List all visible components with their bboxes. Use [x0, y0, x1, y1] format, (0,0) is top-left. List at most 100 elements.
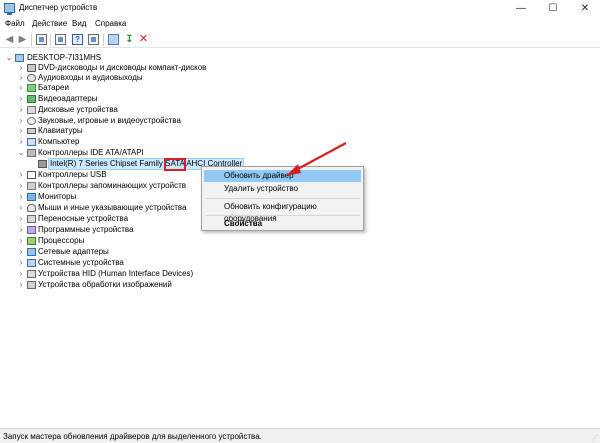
show-hide-tree-icon[interactable] [36, 34, 47, 45]
tree-category[interactable]: › Батареи [0, 83, 260, 93]
resize-grip-icon[interactable]: ⋰ [591, 434, 598, 442]
update-driver-icon[interactable]: ↧ [124, 34, 135, 45]
computer-icon [15, 54, 24, 62]
tree-category[interactable]: › Сетевые адаптеры [0, 247, 260, 257]
software-device-icon [27, 226, 36, 234]
menu-item-label: Обновить драйвер [224, 171, 294, 180]
chevron-right-icon[interactable]: › [17, 170, 25, 180]
chevron-right-icon[interactable]: › [17, 192, 25, 202]
hid-device-icon [27, 270, 36, 278]
menu-help[interactable]: Справка [95, 19, 126, 28]
help-icon[interactable]: ? [72, 34, 83, 45]
category-label: Системные устройства [38, 258, 124, 267]
menu-file[interactable]: Файл [5, 19, 25, 28]
minimize-button[interactable]: — [506, 0, 536, 17]
network-adapter-icon [27, 248, 36, 256]
menu-view[interactable]: Вид [72, 19, 86, 28]
category-label: Сетевые адаптеры [38, 247, 109, 256]
scan-hardware-menu-item[interactable]: Обновить конфигурацию оборудования [204, 201, 361, 223]
category-label: Устройства HID (Human Interface Devices) [38, 269, 194, 278]
chevron-right-icon[interactable]: › [17, 203, 25, 213]
tree-root[interactable]: ⌄ DESKTOP-7I31MHS [0, 53, 160, 63]
chevron-right-icon[interactable]: › [17, 94, 25, 104]
chevron-right-icon[interactable]: › [17, 280, 25, 290]
chevron-right-icon[interactable]: › [17, 236, 25, 246]
category-label: Контроллеры запоминающих устройств [38, 181, 186, 190]
back-icon[interactable]: ◀ [4, 34, 15, 45]
chevron-right-icon[interactable]: › [17, 105, 25, 115]
tree-category[interactable]: › Аудиовходы и аудиовыходы [0, 73, 260, 83]
menu-separator [206, 198, 360, 199]
portable-device-icon [27, 215, 36, 223]
tree-category[interactable]: › DVD-дисководы и дисководы компакт-диск… [0, 63, 260, 73]
properties-icon[interactable] [55, 34, 66, 45]
category-label: Устройства обработки изображений [38, 280, 172, 289]
tree-category-expanded[interactable]: ⌄ Контроллеры IDE ATA/ATAPI [0, 148, 260, 158]
chevron-right-icon[interactable]: › [17, 126, 25, 136]
sound-device-icon [27, 117, 36, 125]
device-manager-app-icon [4, 3, 15, 15]
maximize-button[interactable]: ☐ [538, 0, 568, 17]
system-device-icon [27, 259, 36, 267]
chevron-right-icon[interactable]: › [17, 116, 25, 126]
category-label: Батареи [38, 83, 69, 92]
category-label: Аудиовходы и аудиовыходы [38, 73, 143, 82]
chevron-right-icon[interactable]: › [17, 73, 25, 83]
tree-category[interactable]: › Системные устройства [0, 258, 260, 268]
category-label: Клавиатуры [38, 126, 83, 135]
chevron-down-icon[interactable]: ⌄ [5, 53, 13, 63]
sata-controller-icon [38, 160, 47, 168]
window-title: Диспетчер устройств [19, 3, 98, 12]
tree-category[interactable]: › Дисковые устройства [0, 105, 260, 115]
close-button[interactable]: ✕ [570, 0, 600, 17]
properties-menu-item[interactable]: Свойства [204, 218, 361, 230]
update-driver-menu-item[interactable]: Обновить драйвер [204, 170, 361, 182]
disk-drive-icon [27, 106, 36, 114]
tree-category[interactable]: › Устройства HID (Human Interface Device… [0, 269, 260, 279]
chevron-right-icon[interactable]: › [17, 181, 25, 191]
category-label: Компьютер [38, 137, 80, 146]
chevron-right-icon[interactable]: › [17, 225, 25, 235]
keyboard-icon [27, 128, 36, 134]
root-label: DESKTOP-7I31MHS [27, 53, 102, 62]
chevron-down-icon[interactable]: ⌄ [17, 148, 25, 158]
chevron-right-icon[interactable]: › [17, 269, 25, 279]
tree-category[interactable]: › Клавиатуры [0, 126, 260, 136]
tree-category[interactable]: › Устройства обработки изображений [0, 280, 260, 290]
forward-icon[interactable]: ▶ [17, 34, 28, 45]
delete-icon[interactable]: ✕ [138, 34, 149, 45]
storage-controller-icon [27, 182, 36, 190]
monitor-icon[interactable] [108, 34, 119, 45]
tree-category[interactable]: › Звуковые, игровые и видеоустройства [0, 116, 260, 126]
chevron-right-icon[interactable]: › [17, 214, 25, 224]
category-label: Контроллеры IDE ATA/ATAPI [38, 148, 144, 157]
category-label: Переносные устройства [38, 214, 129, 223]
tree-category[interactable]: › Процессоры [0, 236, 260, 246]
ahci-highlight-box [164, 158, 186, 171]
tree-category[interactable]: › Видеоадаптеры [0, 94, 260, 104]
uninstall-device-menu-item[interactable]: Удалить устройство [204, 183, 361, 195]
tree-category[interactable]: › Компьютер [0, 137, 260, 147]
menu-item-label: Удалить устройство [224, 184, 298, 193]
toolbar-separator [50, 34, 51, 46]
category-label: Мыши и иные указывающие устройства [38, 203, 187, 212]
details-icon[interactable] [88, 34, 99, 45]
category-label: Звуковые, игровые и видеоустройства [38, 116, 181, 125]
imaging-device-icon [27, 281, 36, 289]
menu-bar: Файл Действие Вид Справка [0, 17, 600, 31]
audio-icon [27, 74, 36, 82]
chevron-right-icon[interactable]: › [17, 247, 25, 257]
category-label: Видеоадаптеры [38, 94, 98, 103]
chevron-right-icon[interactable]: › [17, 83, 25, 93]
dvd-drive-icon [27, 64, 36, 72]
device-tree: ⌄ DESKTOP-7I31MHS › DVD-дисководы и диск… [0, 48, 600, 428]
chevron-right-icon[interactable]: › [17, 137, 25, 147]
chevron-right-icon[interactable]: › [17, 63, 25, 73]
chevron-right-icon[interactable]: › [17, 258, 25, 268]
menu-action[interactable]: Действие [32, 19, 67, 28]
category-label: Программные устройства [38, 225, 134, 234]
status-text: Запуск мастера обновления драйверов для … [3, 432, 262, 441]
category-label: Дисковые устройства [38, 105, 118, 114]
usb-icon [27, 171, 36, 179]
toolbar-separator [31, 34, 32, 46]
